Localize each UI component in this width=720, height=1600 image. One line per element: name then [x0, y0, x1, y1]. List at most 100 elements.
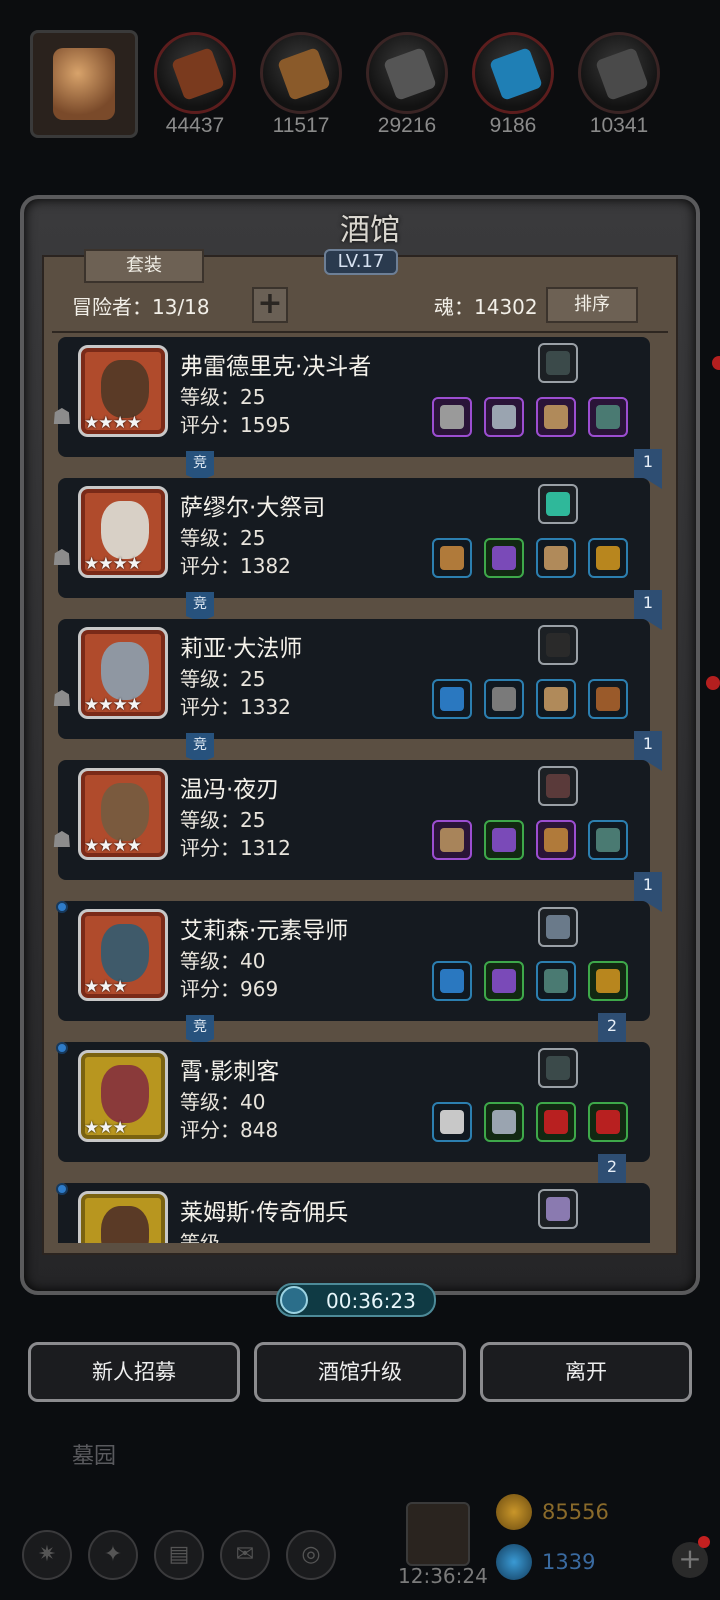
equipment-icon	[596, 405, 620, 429]
equipment-slot[interactable]	[536, 1102, 576, 1142]
resource-1[interactable]: 11517	[256, 32, 346, 138]
hero-card[interactable]: ★★★ 艾莉森·元素导师 等级：40 评分：969 竞 2	[56, 901, 650, 1053]
equipment-slot[interactable]	[484, 1102, 524, 1142]
hero-score: 评分：1382	[180, 554, 291, 578]
equipment-slot[interactable]	[536, 679, 576, 719]
equipment-slots	[432, 820, 628, 860]
hero-score: 评分：1332	[180, 695, 291, 719]
arena-badge: 竞	[186, 451, 214, 481]
equipment-slot[interactable]	[432, 1102, 472, 1142]
equipment-slot[interactable]	[432, 679, 472, 719]
hero-card[interactable]: ★★★ 霄·影刺客 等级：40 评分：848 2	[56, 1042, 650, 1194]
sort-button[interactable]: 排序	[546, 287, 638, 323]
hero-level: 等级：25	[180, 667, 266, 691]
gem-amount: 1339	[542, 1550, 596, 1574]
hero-level: 等级	[180, 1231, 220, 1243]
equipment-icon	[544, 969, 568, 993]
equipment-icon	[544, 546, 568, 570]
hero-portrait[interactable]	[78, 1191, 168, 1243]
equipment-icon	[492, 828, 516, 852]
hero-name: 弗雷德里克·决斗者	[180, 354, 372, 380]
suit-button[interactable]: 套装	[84, 249, 204, 283]
hero-card[interactable]: ★★★★ ☗ 萨缪尔·大祭司 等级：25 评分：1382 竞 1	[52, 478, 662, 630]
hero-stars: ★★★★	[84, 554, 142, 574]
accessory-slot[interactable]	[538, 1048, 578, 1088]
equipment-icon	[544, 687, 568, 711]
settings-icon[interactable]: ✷	[22, 1530, 72, 1580]
resource-shape	[383, 47, 437, 101]
equipment-icon	[440, 969, 464, 993]
notification-dot	[698, 1536, 710, 1548]
hero-name: 霄·影刺客	[180, 1059, 280, 1085]
accessory-slot[interactable]	[538, 1189, 578, 1229]
equipment-slot[interactable]	[432, 397, 472, 437]
hero-name: 温冯·夜刃	[180, 777, 280, 803]
resource-0[interactable]: 44437	[150, 32, 240, 138]
iron-icon	[366, 32, 448, 114]
accessory-slot[interactable]	[538, 625, 578, 665]
accessory-icon	[546, 915, 570, 939]
equipment-icon	[440, 687, 464, 711]
player-avatar[interactable]	[30, 30, 138, 138]
soul-count: 魂：14302	[434, 295, 538, 319]
accessory-slot[interactable]	[538, 343, 578, 383]
accessory-slot[interactable]	[538, 484, 578, 524]
equipment-slot[interactable]	[588, 397, 628, 437]
hero-score: 评分：969	[180, 977, 279, 1001]
tavern-level-badge: LV.17	[324, 249, 398, 275]
equipment-slot[interactable]	[484, 820, 524, 860]
hero-stars: ★★★	[84, 1118, 128, 1138]
runner-icon: ☗	[52, 687, 72, 712]
resource-4[interactable]: 10341	[574, 32, 664, 138]
hero-card[interactable]: ★★★★ ☗ 弗雷德里克·决斗者 等级：25 评分：1595 竞 1	[52, 337, 662, 489]
hero-list[interactable]: ★★★★ ☗ 弗雷德里克·决斗者 等级：25 评分：1595 竞 1 ★★★★ ☗ 萨缪尔·大祭司…	[52, 337, 668, 1243]
hero-score: 评分：1595	[180, 413, 291, 437]
equipment-slot[interactable]	[484, 397, 524, 437]
map-icon[interactable]: ◎	[286, 1530, 336, 1580]
mail-icon[interactable]: ✉	[220, 1530, 270, 1580]
equipment-slot[interactable]	[536, 961, 576, 1001]
equipment-slot[interactable]	[484, 538, 524, 578]
upgrade-tavern-button[interactable]: 酒馆升级	[254, 1342, 466, 1402]
resource-value: 9186	[489, 114, 537, 137]
equipment-slot[interactable]	[536, 397, 576, 437]
resource-3[interactable]: 9186	[468, 32, 558, 138]
add-currency-button[interactable]: +	[672, 1536, 710, 1578]
accessory-slot[interactable]	[538, 766, 578, 806]
equipment-slot[interactable]	[484, 679, 524, 719]
equipment-slots	[432, 961, 628, 1001]
hero-stars: ★★★★	[84, 413, 142, 433]
equipment-slot[interactable]	[588, 820, 628, 860]
equipment-slot[interactable]	[432, 961, 472, 1001]
equipment-slot[interactable]	[588, 679, 628, 719]
add-slot-button[interactable]: +	[252, 287, 288, 323]
resource-2[interactable]: 29216	[362, 32, 452, 138]
equipment-slot[interactable]	[588, 961, 628, 1001]
hero-card[interactable]: ★★★★ ☗ 温冯·夜刃 等级：25 评分：1312 1	[52, 760, 662, 912]
tavern-panel: 酒馆 LV.17 套装 冒险者：13/18 + 魂：14302 排序 ★★★★ ☗…	[20, 195, 700, 1295]
gem-icon	[496, 1544, 532, 1580]
equipment-slot[interactable]	[536, 538, 576, 578]
equipment-slot[interactable]	[432, 820, 472, 860]
hero-card[interactable]: 莱姆斯·传奇佣兵 等级	[56, 1183, 650, 1243]
equipment-icon	[492, 546, 516, 570]
equipment-icon	[596, 687, 620, 711]
skill-icon[interactable]: ✦	[88, 1530, 138, 1580]
equipment-slot[interactable]	[536, 820, 576, 860]
hero-card[interactable]: ★★★★ ☗ 莉亚·大法师 等级：25 评分：1332 竞 1	[52, 619, 662, 771]
timer-text: 00:36:23	[326, 1289, 416, 1313]
accessory-icon	[546, 1056, 570, 1080]
recruit-button[interactable]: 新人招募	[28, 1342, 240, 1402]
gift-icon[interactable]	[406, 1502, 470, 1566]
equipment-slot[interactable]	[432, 538, 472, 578]
leave-button[interactable]: 离开	[480, 1342, 692, 1402]
equipment-slot[interactable]	[588, 1102, 628, 1142]
hero-level: 等级：40	[180, 1090, 266, 1114]
resource-value: 29216	[377, 114, 437, 137]
equipment-slot[interactable]	[484, 961, 524, 1001]
accessory-slot[interactable]	[538, 907, 578, 947]
hero-name: 艾莉森·元素导师	[180, 918, 349, 944]
equipment-slot[interactable]	[588, 538, 628, 578]
clock-icon	[280, 1286, 308, 1314]
book-icon[interactable]: ▤	[154, 1530, 204, 1580]
